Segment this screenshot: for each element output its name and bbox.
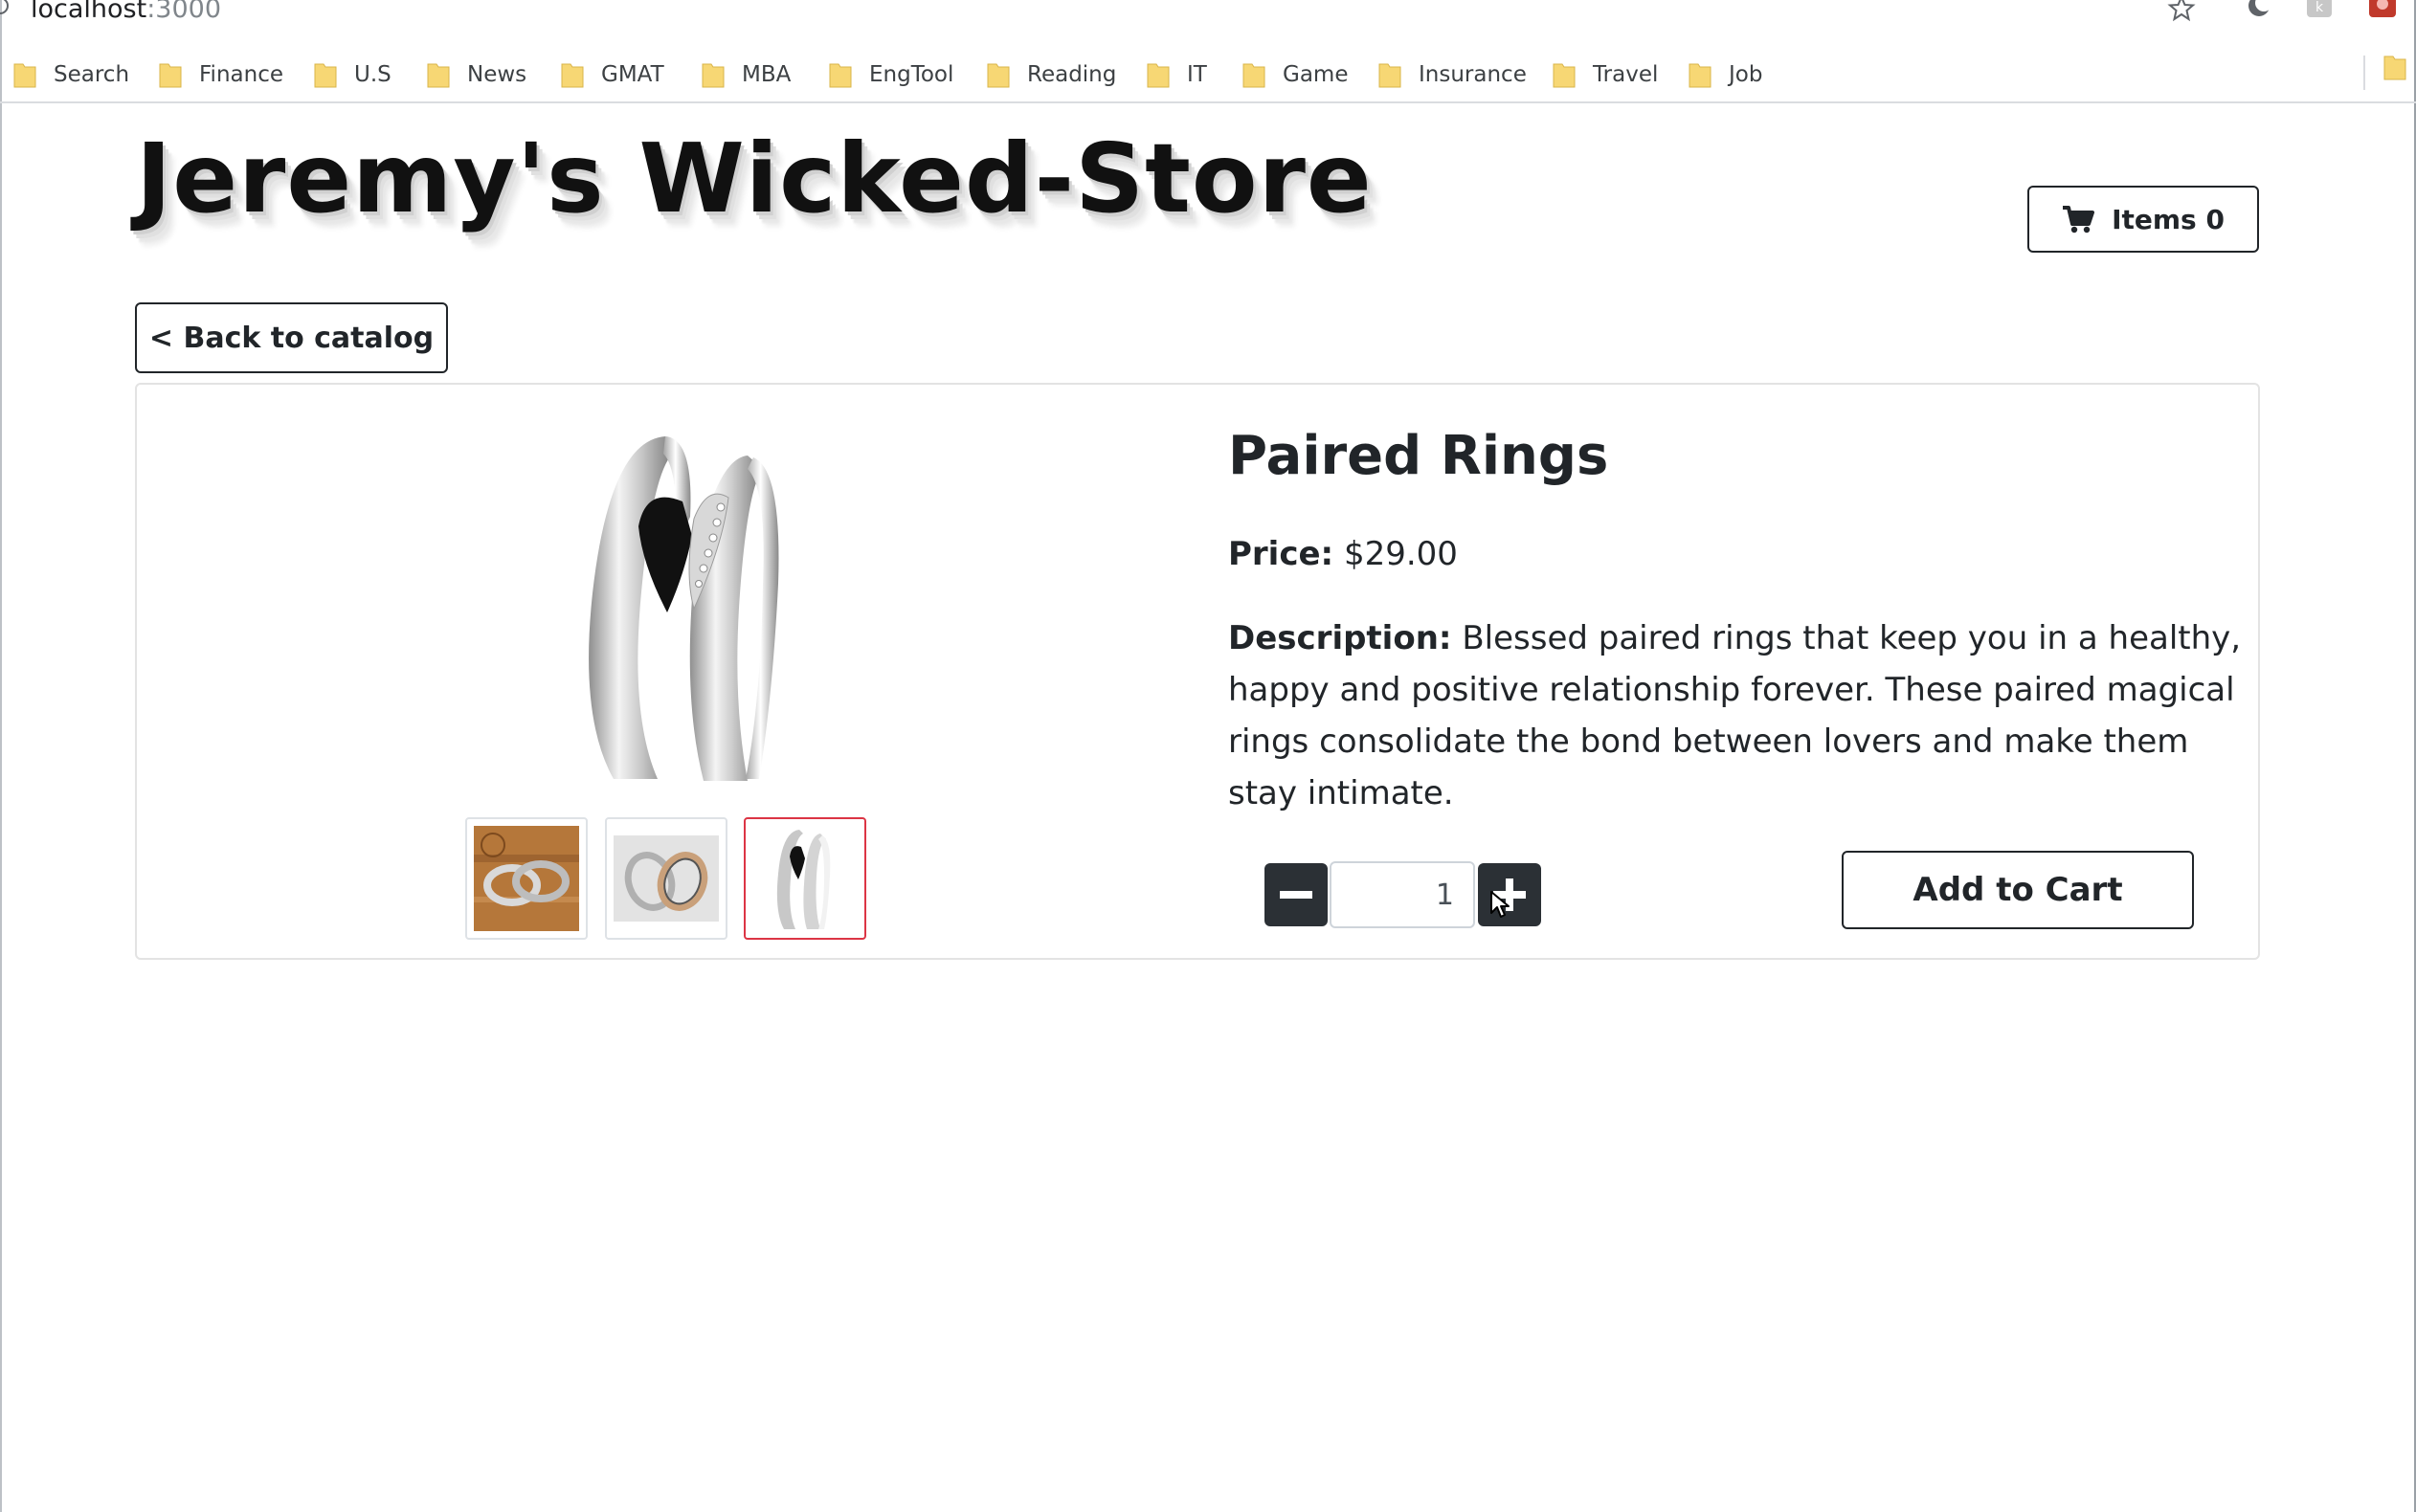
folder-icon	[1147, 63, 1170, 88]
product-main-image	[589, 436, 779, 781]
bookmark-folder-us[interactable]: U.S	[314, 56, 391, 94]
folder-icon	[987, 63, 1010, 88]
window-left-border	[0, 0, 2, 1512]
bookmarks-bar: Search Finance U.S News GMAT MBA EngTool…	[0, 46, 2416, 103]
bookmark-label: Reading	[1027, 62, 1117, 87]
bookmark-label: Game	[1283, 62, 1349, 87]
price-line: Price: $29.00	[1228, 535, 1458, 573]
product-title: Paired Rings	[1228, 425, 1609, 487]
bookmarks-divider	[2363, 56, 2365, 90]
profile-extension-icon[interactable]	[2368, 0, 2397, 23]
folder-icon	[314, 63, 337, 88]
bookmark-folder-game[interactable]: Game	[1242, 56, 1348, 94]
store-title: Jeremy's Wicked-Store	[136, 122, 1373, 234]
thumbnail-image	[614, 835, 719, 922]
bookmark-star-icon[interactable]	[2167, 0, 2196, 23]
dark-mode-extension-icon[interactable]	[2245, 0, 2273, 23]
folder-icon	[1378, 63, 1401, 88]
folder-icon	[1242, 63, 1265, 88]
bookmark-folder-finance[interactable]: Finance	[159, 56, 283, 94]
bookmark-label: GMAT	[601, 62, 664, 87]
folder-icon	[1553, 63, 1576, 88]
bookmark-label: Job	[1729, 62, 1763, 87]
svg-text:k: k	[2315, 0, 2324, 15]
folder-icon	[159, 63, 182, 88]
price-value: $29.00	[1343, 535, 1458, 573]
bookmark-folder-it[interactable]: IT	[1147, 56, 1207, 94]
bookmark-folder-news[interactable]: News	[427, 56, 526, 94]
quantity-decrement-button[interactable]	[1264, 863, 1328, 926]
folder-icon	[1689, 63, 1711, 88]
folder-icon	[427, 63, 450, 88]
url-port: :3000	[146, 0, 222, 24]
bookmark-label: News	[467, 62, 527, 87]
bookmark-label: EngTool	[869, 62, 954, 87]
bookmark-folder-engtool[interactable]: EngTool	[829, 56, 953, 94]
product-description: Description: Blessed paired rings that k…	[1228, 612, 2243, 819]
bookmark-label: Insurance	[1419, 62, 1527, 87]
product-card: Paired Rings Price: $29.00 Description: …	[135, 383, 2260, 960]
cart-items-label: Items 0	[2112, 203, 2225, 235]
bookmark-label: IT	[1187, 62, 1207, 87]
bookmark-folder-insurance[interactable]: Insurance	[1378, 56, 1527, 94]
cart-button[interactable]: Items 0	[2027, 186, 2259, 253]
bookmark-folder-reading[interactable]: Reading	[987, 56, 1116, 94]
bookmark-label: U.S	[354, 62, 391, 87]
price-label: Price:	[1228, 535, 1334, 573]
bookmark-label: Finance	[199, 62, 283, 87]
description-label: Description:	[1228, 619, 1452, 657]
site-info-icon[interactable]	[0, 0, 10, 15]
bookmark-folder-gmat[interactable]: GMAT	[561, 56, 664, 94]
quantity-input[interactable]	[1330, 861, 1475, 928]
extension-icon[interactable]: k	[2305, 0, 2334, 23]
mouse-cursor-icon	[1490, 891, 1510, 918]
folder-icon	[13, 63, 36, 88]
bookmark-label: MBA	[742, 62, 792, 87]
bookmark-folder-travel[interactable]: Travel	[1553, 56, 1658, 94]
address-bar[interactable]: localhost:3000 k	[0, 0, 2416, 46]
shopping-cart-icon	[2063, 206, 2095, 233]
other-bookmarks-folder-icon[interactable]	[2383, 54, 2406, 80]
add-to-cart-button[interactable]: Add to Cart	[1842, 851, 2194, 929]
bookmark-label: Search	[54, 62, 130, 87]
thumbnail-2[interactable]	[605, 817, 727, 940]
back-to-catalog-button[interactable]: < Back to catalog	[135, 302, 448, 373]
thumbnail-3[interactable]	[744, 817, 866, 940]
bookmark-folder-search[interactable]: Search	[13, 56, 129, 94]
thumbnail-image	[474, 826, 579, 931]
bookmark-folder-job[interactable]: Job	[1689, 56, 1762, 94]
thumbnail-1[interactable]	[465, 817, 588, 940]
folder-icon	[702, 63, 725, 88]
folder-icon	[829, 63, 852, 88]
url-text[interactable]: localhost:3000	[31, 0, 221, 24]
minus-icon	[1280, 891, 1312, 899]
bookmark-folder-mba[interactable]: MBA	[702, 56, 791, 94]
folder-icon	[561, 63, 584, 88]
bookmark-label: Travel	[1593, 62, 1659, 87]
url-host: localhost	[31, 0, 147, 24]
thumbnail-image	[776, 830, 831, 929]
